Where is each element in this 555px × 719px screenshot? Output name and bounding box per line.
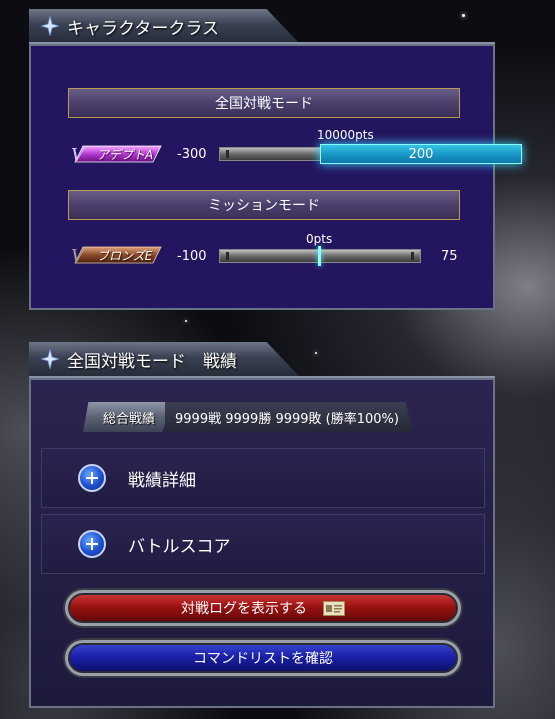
overall-record-label: 総合戦績 [83,402,174,432]
overall-record: 総合戦績 9999戦 9999勝 9999敗 (勝率100%) [83,400,443,434]
mission-mode-header: ミッションモード [68,190,460,220]
character-class-title: キャラクタークラス [67,18,219,39]
rank-max-value: 75 [441,249,458,264]
rank-min-value: -100 [177,249,207,264]
points-label: 10000pts [317,128,374,142]
battle-score-label: バトルスコア [128,536,231,557]
rank-badge-label: アデプトA [97,148,154,162]
plus-icon [78,464,106,492]
points-label: 0pts [306,232,333,246]
character-class-tab: キャラクタークラス [29,9,299,43]
battle-record-panel: 総合戦績 9999戦 9999勝 9999敗 (勝率100%) 戦績詳細 バトル… [29,378,495,708]
command-list-label: コマンドリストを確認 [193,651,333,667]
rank-max-value: 200 [408,146,434,162]
svg-text:V: V [71,145,86,165]
character-class-panel: 全国対戦モード V アデプトA -300 10000pts 200 ミッションモ… [29,44,522,310]
rank-progress-fill: 200 [320,144,522,164]
command-list-button[interactable]: コマンドリストを確認 [65,640,461,676]
battle-record-tab: 全国対戦モード 戦績 [29,342,299,376]
compass-star-icon [41,16,59,36]
rank-badge-label: ブロンズE [97,249,153,263]
battle-detail-label: 戦績詳細 [128,470,196,491]
id-card-icon [323,600,345,616]
star-decoration [185,320,187,322]
star-decoration [315,352,317,354]
compass-star-icon [41,349,59,369]
rank-badge-adept: V アデプトA [69,143,167,166]
battle-detail-toggle[interactable]: 戦績詳細 [41,448,485,508]
battle-log-label: 対戦ログを表示する [181,601,307,617]
battle-score-toggle[interactable]: バトルスコア [41,514,485,574]
rank-min-value: -300 [177,147,207,162]
plus-icon [78,530,106,558]
star-decoration [462,14,465,17]
battle-record-title: 全国対戦モード 戦績 [67,351,237,372]
battle-log-button[interactable]: 対戦ログを表示する [65,590,461,626]
overall-record-value: 9999戦 9999勝 9999敗 (勝率100%) [165,402,413,432]
svg-text:V: V [71,246,86,266]
progress-marker [318,246,321,266]
rank-badge-bronze: V ブロンズE [69,244,167,267]
national-mode-header: 全国対戦モード [68,88,460,118]
